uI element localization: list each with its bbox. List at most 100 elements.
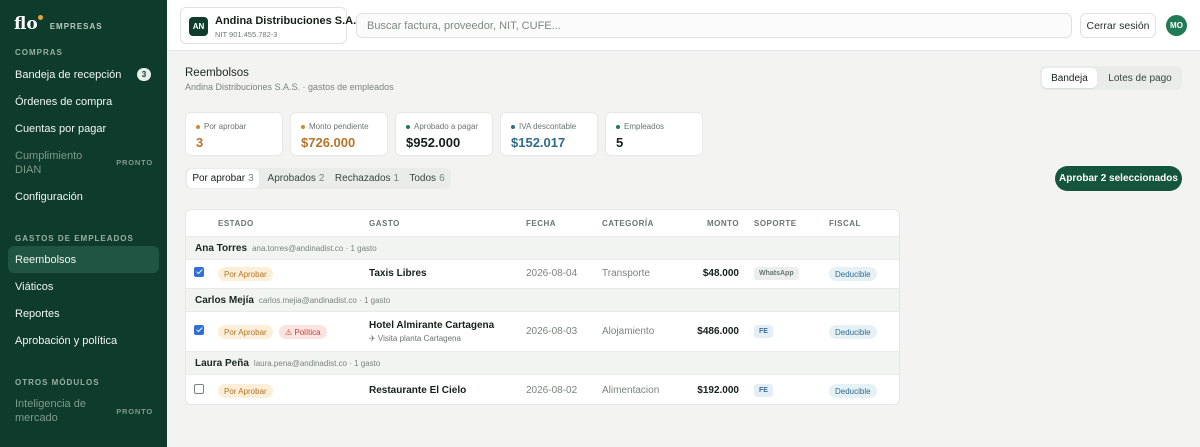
stat-dot [196,124,200,129]
column-header-estado[interactable]: ESTADO [218,219,254,228]
expense-amount: $48.000 [702,268,739,279]
sidebar-item-reportes[interactable]: Reportes [8,300,159,327]
sidebar-item-label: Inteligencia de mercado [15,398,86,424]
sidebar-item-label: Bandeja de recepción [15,68,122,81]
expense-name: Restaurante El Cielo [369,385,467,396]
tab-count: 6 [439,173,445,184]
employee-group: Carlos Mejía carlos.mejia@andinadist.co ·… [186,288,899,312]
employee-meta: ana.torres@andinadist.co · 1 gasto [252,244,377,253]
view-toggle: Bandeja Lotes de pago [1040,66,1182,90]
fiscal-badge: Deducible [829,325,877,339]
tab-label: Por aprobar [192,173,246,184]
company-nit: NIT 901.455.782-3 [215,30,278,39]
table-row[interactable]: Por Aprobar Taxis Libres 2026-08-04 Tran… [186,260,899,287]
sidebar-item-configuracion[interactable]: Configuración [8,183,159,210]
sidebar-item-label: Reembolsos [15,253,77,266]
expense-date: 2026-08-02 [526,385,578,396]
sidebar-item-inteligencia[interactable]: Inteligencia de mercado [8,391,108,431]
sidebar-item-bandeja[interactable]: Bandeja de recepción 3 [8,61,159,88]
sidebar-item-aprobacion[interactable]: Aprobación y política [8,327,159,354]
tab-label: Todos [409,173,437,184]
sidebar-item-reembolsos[interactable]: Reembolsos [8,246,159,273]
brand-section: EMPRESAS [49,22,103,31]
tab-por-aprobar[interactable]: Por aprobar 3 [187,169,259,188]
stat-label: Monto pendiente [301,122,369,131]
sidebar-item-badge: 3 [137,68,151,81]
brand[interactable]: flo EMPRESAS [14,14,103,34]
sidebar-item-cuentas[interactable]: Cuentas por pagar [8,115,159,142]
stat-label: Aprobado a pagar [406,122,478,131]
stat-label-text: Empleados [624,122,665,131]
stat-por-aprobar: Por aprobar 3 [185,112,283,156]
column-header-soporte[interactable]: SOPORTE [754,219,797,228]
table-row[interactable]: Por Aprobar ⚠ Política Hotel Almirante C… [186,312,899,350]
stat-value: $952.000 [406,135,461,150]
search-input[interactable] [356,13,1072,38]
employee-name-text: Laura Peña [195,358,249,369]
brand-dot [37,15,43,20]
row-checkbox[interactable] [194,325,204,335]
logout-button[interactable]: Cerrar sesión [1080,13,1156,38]
tab-count: 2 [318,173,325,184]
table-row[interactable]: Por Aprobar Restaurante El Cielo 2026-08… [186,375,899,403]
sidebar-item-dian[interactable]: Cumplimiento DIAN [8,143,108,183]
expense-category: Alimentacion [602,385,660,396]
section-label-otros: OTROS MÓDULOS [15,378,100,387]
user-avatar[interactable]: MO [1166,15,1187,36]
row-checkbox[interactable] [194,384,204,394]
tab-label: Aprobados [267,173,316,184]
sidebar-item-label: Configuración [15,190,83,203]
sidebar: flo EMPRESAS COMPRAS Bandeja de recepció… [0,0,167,447]
sidebar-item-viaticos[interactable]: Viáticos [8,273,159,300]
stat-dot [616,124,620,129]
stat-label-text: Por aprobar [204,122,247,131]
stat-dot [406,124,410,129]
stat-aprobado-a-pagar: Aprobado a pagar $952.000 [395,112,493,156]
approve-selected-button[interactable]: Aprobar 2 seleccionados [1055,166,1182,191]
company-switcher[interactable]: AN Andina Distribuciones S.A.S. NIT 901.… [180,7,367,44]
stat-value: 3 [196,135,204,150]
sidebar-item-label: Viáticos [15,280,54,293]
support-badge: WhatsApp [754,267,799,280]
stat-label: Empleados [616,122,664,131]
stat-empleados: Empleados 5 [605,112,703,156]
column-header-monto[interactable]: MONTO [707,219,739,228]
support-badge: FE [754,325,773,338]
sidebar-item-label: Órdenes de compra [15,95,113,108]
support-badge: FE [754,384,773,397]
tab-aprobados[interactable]: Aprobados 2 [263,169,329,188]
row-checkbox[interactable] [194,267,204,277]
column-header-categoria[interactable]: CATEGORÍA [602,219,654,228]
sidebar-item-label: Reportes [15,307,60,320]
column-header-gasto[interactable]: GASTO [369,219,400,228]
expense-name: Hotel Almirante Cartagena [369,320,495,331]
section-label-compras: COMPRAS [15,48,63,57]
stat-label: IVA descontable [511,122,576,131]
tab-todos[interactable]: Todos 6 [405,169,449,188]
employee-group: Ana Torres ana.torres@andinadist.co · 1 g… [186,236,899,260]
tab-rechazados[interactable]: Rechazados 1 [333,169,401,188]
expenses-table: ESTADO GASTO FECHA CATEGORÍA MONTO SOPOR… [185,209,900,405]
company-avatar: AN [189,17,208,36]
sidebar-item-label: Cuentas por pagar [15,122,107,135]
policy-badge: ⚠ Política [279,325,327,339]
view-lotes-de-pago[interactable]: Lotes de pago [1100,68,1180,88]
view-bandeja[interactable]: Bandeja [1042,68,1097,88]
employee-name: Carlos Mejía carlos.mejia@andinadist.co ·… [195,295,390,306]
column-header-fiscal[interactable]: FISCAL [829,219,861,228]
column-header-fecha[interactable]: FECHA [526,219,556,228]
stat-label-text: IVA descontable [519,122,577,131]
status-tabs: Por aprobar 3 Aprobados 2 Rechazados 1 Todo… [185,168,451,189]
brand-logo: flo [14,14,43,34]
tab-count: 3 [248,173,254,184]
brand-logo-text: flo [14,14,38,34]
expense-category: Alojamiento [602,326,655,337]
expense-category: Transporte [602,268,650,279]
stat-dot [301,124,305,129]
pronto-tag: PRONTO [116,407,153,416]
stat-label-text: Aprobado a pagar [414,122,479,131]
expense-amount: $192.000 [697,385,739,396]
employee-meta: carlos.mejia@andinadist.co · 1 gasto [258,296,391,305]
sidebar-item-ordenes[interactable]: Órdenes de compra [8,88,159,115]
expense-trip: ✈ Visita planta Cartagena [369,334,461,343]
